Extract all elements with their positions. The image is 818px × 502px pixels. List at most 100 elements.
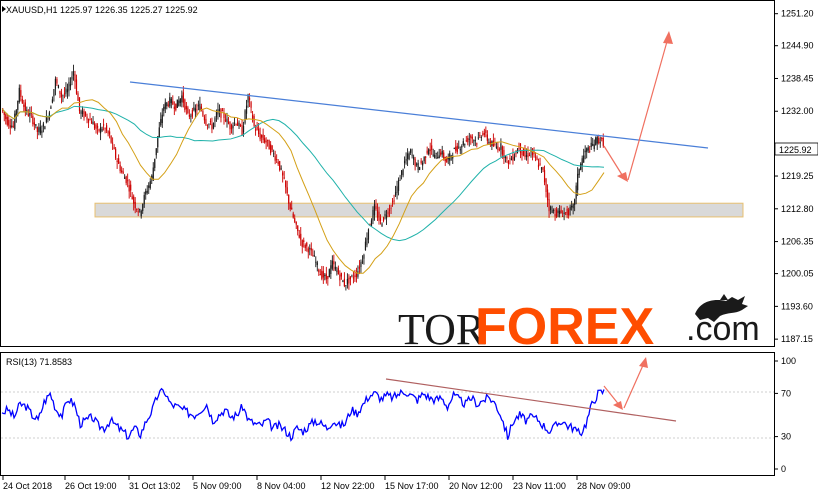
candle-body bbox=[194, 108, 196, 113]
candle-body bbox=[253, 115, 255, 126]
candle-body bbox=[534, 156, 537, 158]
candle-body bbox=[420, 160, 422, 164]
candle-body bbox=[434, 154, 436, 158]
candle-body bbox=[304, 244, 306, 249]
x-tick-label: 28 Nov 09:00 bbox=[577, 481, 631, 491]
candle-body bbox=[280, 168, 282, 170]
candle-body bbox=[437, 157, 439, 159]
candle-body bbox=[185, 106, 187, 110]
candle-body bbox=[438, 155, 440, 159]
candle-body bbox=[441, 150, 443, 155]
candle-body bbox=[56, 78, 58, 84]
candle-body bbox=[357, 270, 359, 277]
x-axis: 24 Oct 2018 26 Oct 19:00 31 Oct 13:02 5 Nov… bbox=[2, 476, 631, 491]
candle-body bbox=[524, 150, 526, 158]
candle-body bbox=[468, 138, 470, 140]
candle-body bbox=[381, 223, 383, 227]
candle-body bbox=[154, 158, 156, 168]
candle-body bbox=[155, 148, 157, 156]
candle-body bbox=[367, 229, 370, 240]
candle-body bbox=[501, 146, 504, 155]
candle-body bbox=[90, 120, 93, 124]
y-tick-label: 1200.05 bbox=[781, 269, 814, 279]
candle-body bbox=[590, 142, 592, 148]
candle-body bbox=[324, 274, 326, 277]
candle-body bbox=[559, 210, 561, 215]
candle-body bbox=[455, 146, 457, 151]
candle-body bbox=[319, 274, 321, 276]
candle-body bbox=[549, 206, 552, 210]
candle-body bbox=[542, 167, 544, 170]
candle-body bbox=[72, 71, 75, 76]
candle-body bbox=[268, 140, 270, 150]
candle-body bbox=[139, 209, 141, 211]
candle-body bbox=[18, 87, 20, 102]
x-tick-label: 12 Nov 22:00 bbox=[321, 481, 375, 491]
candle-body bbox=[93, 123, 96, 129]
candle-body bbox=[12, 125, 14, 127]
candle-body bbox=[203, 116, 206, 121]
candle-body bbox=[586, 148, 588, 152]
candle-body bbox=[387, 211, 389, 215]
y-tick-label: 1219.25 bbox=[781, 171, 814, 181]
candle-body bbox=[248, 97, 251, 101]
candle-body bbox=[279, 161, 281, 171]
candle-body bbox=[250, 102, 252, 108]
candle-body bbox=[95, 124, 97, 130]
candle-body bbox=[397, 179, 400, 191]
candle-body bbox=[146, 190, 148, 193]
candle-body bbox=[416, 163, 418, 165]
candle-body bbox=[99, 127, 102, 134]
candle-body bbox=[589, 150, 591, 152]
candle-body bbox=[258, 128, 260, 135]
candle-body bbox=[238, 122, 240, 127]
candle-body bbox=[400, 170, 403, 175]
candle-body bbox=[295, 221, 297, 225]
x-tick-label: 31 Oct 13:02 bbox=[129, 481, 181, 491]
y-tick-label: 1238.45 bbox=[781, 73, 814, 83]
candle-body bbox=[104, 128, 106, 130]
candle-body bbox=[86, 116, 88, 120]
candle-body bbox=[181, 95, 183, 103]
candle-body bbox=[568, 209, 570, 216]
candle-body bbox=[543, 170, 546, 183]
main-y-axis: 1251.20 1244.90 1238.45 1232.00 1219.25 1212.… bbox=[774, 9, 814, 344]
main-panel-frame bbox=[0, 0, 775, 347]
candle-body bbox=[197, 105, 200, 107]
candle-body bbox=[447, 157, 449, 160]
candle-body bbox=[242, 125, 245, 133]
candle-body bbox=[504, 156, 507, 159]
candle-body bbox=[361, 261, 364, 263]
rsi-y-tick-label: 100 bbox=[781, 356, 796, 366]
candle-body bbox=[230, 125, 233, 130]
candle-body bbox=[191, 110, 193, 117]
candle-body bbox=[301, 240, 303, 247]
candle-body bbox=[376, 210, 379, 218]
candle-body bbox=[205, 118, 207, 125]
candle-body bbox=[133, 196, 135, 204]
candle-body bbox=[337, 268, 339, 275]
candle-body bbox=[342, 280, 344, 282]
candle-body bbox=[423, 156, 425, 162]
candle-body bbox=[506, 157, 508, 159]
candle-body bbox=[142, 204, 144, 211]
rsi-y-tick-label: 70 bbox=[781, 388, 791, 398]
candle-body bbox=[512, 154, 514, 161]
x-tick-label: 24 Oct 2018 bbox=[3, 481, 52, 491]
candle-body bbox=[596, 136, 598, 144]
candle-body bbox=[403, 160, 406, 164]
candle-body bbox=[283, 177, 285, 179]
candle-body bbox=[364, 241, 367, 251]
x-tick-label: 26 Oct 19:00 bbox=[65, 481, 117, 491]
candle-body bbox=[312, 255, 314, 257]
y-tick-label: 1187.15 bbox=[781, 334, 813, 344]
chart-root: 1225.92 XAUUSD,H1 1225.97 1226.35 1225.2… bbox=[0, 0, 818, 497]
candle-body bbox=[540, 167, 543, 170]
candle-body bbox=[385, 215, 388, 219]
candle-body bbox=[521, 151, 523, 156]
candle-body bbox=[265, 140, 267, 143]
candle-body bbox=[259, 133, 261, 140]
candle-body bbox=[276, 159, 278, 160]
candle-body bbox=[41, 130, 43, 133]
candle-body bbox=[562, 216, 564, 217]
